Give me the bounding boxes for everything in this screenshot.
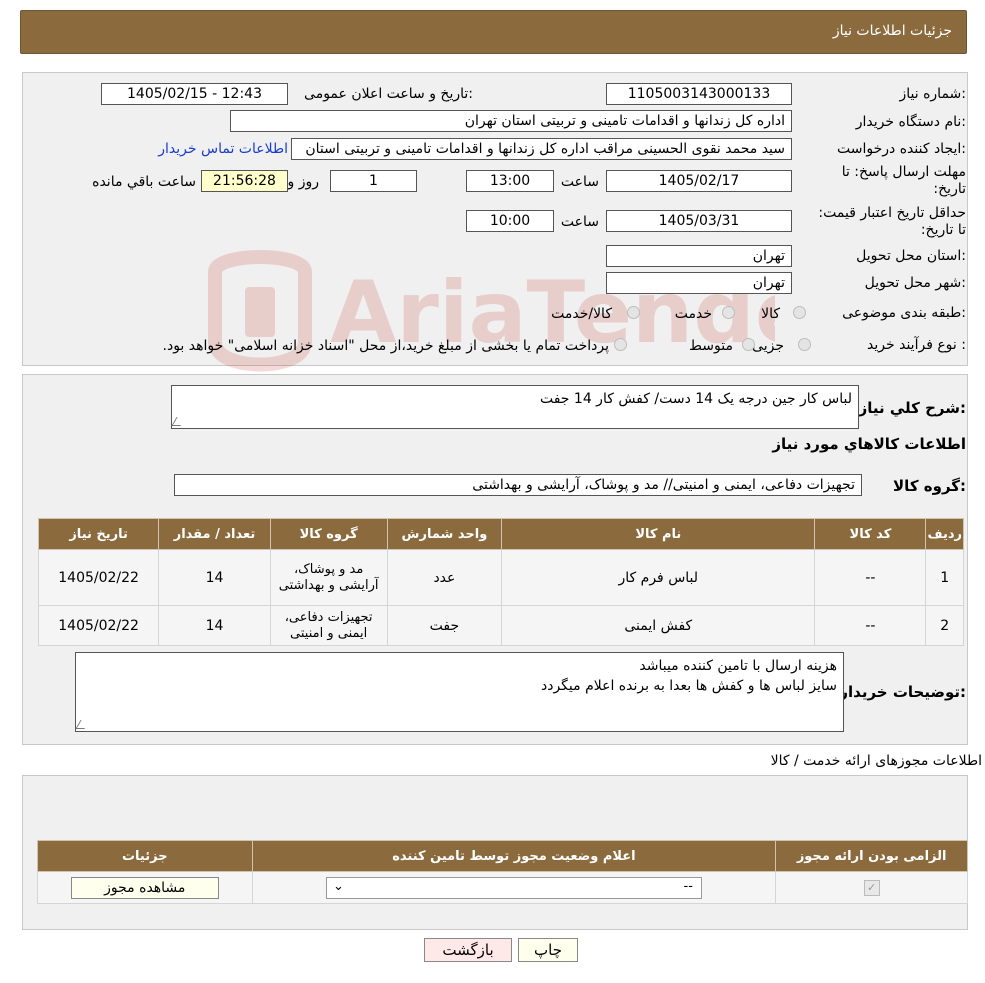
cell-date: 1405/02/22 [37, 549, 160, 606]
remaining-time-field: 21:56:28 [201, 170, 288, 192]
category-option-goods-service: کالا/خدمت [551, 306, 612, 322]
announce-field: 1405/02/15 - 12:43 [101, 83, 288, 105]
validity-date-field: 1405/03/31 [606, 210, 792, 232]
col-code: کد کالا [814, 518, 927, 550]
buyer-notes-line-1: هزینه ارسال با تامین کننده میباشد [639, 658, 837, 674]
back-button[interactable]: بازگشت [424, 938, 512, 962]
col-date: تاریخ نیاز [37, 518, 160, 550]
cell-code: -- [814, 549, 927, 606]
page-header: جزئیات اطلاعات نیاز [20, 10, 967, 54]
need-number-label: شماره نیاز: [899, 86, 966, 102]
validity-label: حداقل تاریخ اعتبار قیمت: تا تاریخ: [818, 205, 966, 238]
permit-required-checkbox[interactable]: ✓ [863, 880, 880, 896]
category-option-service: خدمت [674, 306, 712, 322]
cell-group: تجهیزات دفاعی، ایمنی و امنیتی [269, 605, 388, 646]
days-field: 1 [330, 170, 417, 192]
buyer-notes-label: توضیحات خریدار: [839, 683, 966, 701]
permit-status-value: -- [683, 878, 693, 894]
chevron-down-icon: ⌄ [332, 878, 344, 894]
category-radio-goods[interactable] [793, 306, 806, 319]
col-group: گروه کالا [269, 518, 388, 550]
view-permit-button[interactable]: مشاهده مجوز [70, 876, 219, 899]
process-radio-treasury[interactable] [614, 338, 627, 351]
description-text: لباس کار جین درجه یک 14 دست/ کفش کار 14 … [539, 391, 852, 407]
cell-permit-status: -- ⌄ [251, 871, 777, 904]
col-permit-details: جزئیات [37, 840, 253, 872]
description-textarea[interactable]: لباس کار جین درجه یک 14 دست/ کفش کار 14 … [171, 385, 859, 429]
table-row: 2 -- کفش ایمنی جفت تجهیزات دفاعی، ایمنی … [37, 605, 964, 646]
cell-date: 1405/02/22 [37, 605, 160, 646]
need-number-field: 1105003143000133 [606, 83, 792, 105]
announce-label: تاریخ و ساعت اعلان عمومی: [304, 86, 473, 102]
print-button[interactable]: چاپ [518, 938, 578, 962]
days-label: روز و [287, 174, 320, 190]
page-title: جزئیات اطلاعات نیاز [832, 23, 952, 39]
col-qty: تعداد / مقدار [158, 518, 271, 550]
process-radio-medium[interactable] [742, 338, 755, 351]
description-label: شرح کلي نياز: [858, 399, 966, 417]
col-unit: واحد شمارش [386, 518, 503, 550]
cell-group: مد و پوشاک، آرایشی و بهداشتی [269, 549, 388, 606]
creator-field: سید محمد نقوی الحسینی مراقب اداره کل زند… [291, 138, 792, 160]
cell-permit-details: مشاهده مجوز [37, 871, 253, 904]
category-label: طبقه بندی موضوعی: [842, 305, 966, 321]
city-field: تهران [606, 272, 792, 294]
process-option-partial: جزیی [752, 338, 784, 354]
city-label: شهر محل تحویل: [864, 275, 966, 291]
category-radio-service[interactable] [722, 306, 735, 319]
cell-unit: عدد [386, 549, 503, 606]
cell-permit-required: ✓ [775, 871, 968, 904]
process-note: پرداخت تمام یا بخشی از مبلغ خرید،از محل … [162, 338, 609, 354]
buyer-field: اداره کل زندانها و اقدامات تامینی و تربی… [230, 110, 792, 132]
process-radio-partial[interactable] [798, 338, 811, 351]
cell-name: لباس فرم کار [501, 549, 816, 606]
cell-qty: 14 [158, 605, 271, 646]
buyer-notes-textarea[interactable]: هزینه ارسال با تامین کننده میباشد سایز ل… [75, 652, 844, 732]
buyer-notes-line-2: سایز لباس ها و کفش ها بعدا به برنده اعلا… [540, 678, 837, 694]
deadline-time-label: ساعت [560, 174, 599, 190]
buyer-contact-link[interactable]: اطلاعات تماس خریدار [158, 141, 288, 157]
creator-label: ایجاد کننده درخواست: [837, 141, 966, 157]
process-label: نوع فرآیند خرید : [867, 337, 966, 353]
goods-section-title: اطلاعات کالاهاي مورد نياز [772, 435, 966, 453]
permits-table-header: الزامی بودن ارائه مجوز اعلام وضعیت مجوز … [37, 840, 968, 872]
table-row: ✓ -- ⌄ مشاهده مجوز [37, 871, 968, 904]
resize-handle-icon[interactable] [75, 720, 90, 729]
col-permit-required: الزامی بودن ارائه مجوز [775, 840, 968, 872]
buyer-label: نام دستگاه خریدار: [855, 114, 966, 130]
remaining-label: ساعت باقي مانده [92, 174, 196, 190]
table-row: 1 -- لباس فرم کار عدد مد و پوشاک، آرایشی… [37, 549, 964, 606]
province-field: تهران [606, 245, 792, 267]
deadline-time-field: 13:00 [466, 170, 554, 192]
validity-time-field: 10:00 [466, 210, 554, 232]
cell-code: -- [814, 605, 927, 646]
permit-status-select[interactable]: -- ⌄ [325, 876, 702, 899]
goods-table-header: رديف کد کالا نام کالا واحد شمارش گروه کا… [37, 518, 964, 550]
cell-row: 2 [925, 605, 964, 646]
cell-unit: جفت [386, 605, 503, 646]
cell-row: 1 [925, 549, 964, 606]
permits-table: الزامی بودن ارائه مجوز اعلام وضعیت مجوز … [37, 840, 968, 904]
deadline-label: مهلت ارسال پاسخ: تا تاریخ: [841, 164, 966, 197]
validity-time-label: ساعت [560, 214, 599, 230]
cell-qty: 14 [158, 549, 271, 606]
col-permit-status: اعلام وضعیت مجوز توسط تامین کننده [251, 840, 777, 872]
permits-title: اطلاعات مجوزهای ارائه خدمت / کالا [770, 753, 982, 769]
category-radio-goods-service[interactable] [627, 306, 640, 319]
goods-group-label: گروه کالا: [893, 477, 966, 495]
goods-group-field: تجهیزات دفاعی، ایمنی و امنیتی// مد و پوش… [174, 474, 862, 496]
col-name: نام کالا [501, 518, 816, 550]
category-option-goods: کالا [761, 306, 780, 322]
province-label: استان محل تحویل: [856, 248, 966, 264]
col-row: رديف [925, 518, 964, 550]
resize-handle-icon[interactable] [171, 417, 186, 426]
process-option-medium: متوسط [689, 338, 733, 354]
deadline-date-field: 1405/02/17 [606, 170, 792, 192]
goods-table: رديف کد کالا نام کالا واحد شمارش گروه کا… [37, 518, 964, 646]
cell-name: کفش ایمنی [501, 605, 816, 646]
